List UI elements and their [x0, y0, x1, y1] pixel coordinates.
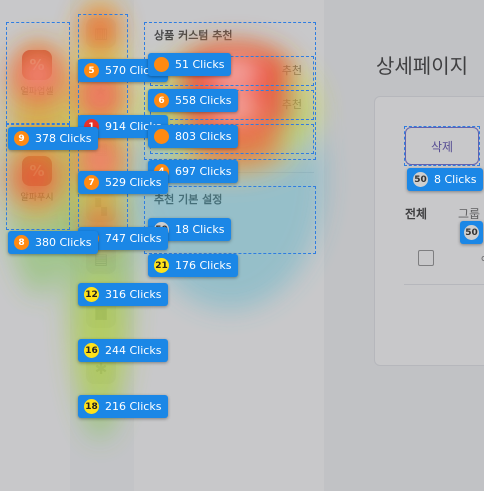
- click-count: 51 Clicks: [175, 58, 225, 71]
- click-label[interactable]: 6 558 Clicks: [148, 89, 239, 112]
- click-count: 244 Clicks: [105, 344, 162, 357]
- heatmap-screenshot: % 얼파업셀 % 알파푸시 ▥ ★ ▦ ▚ ▤ ■ ✱ 상품 커스텀 추천 추천…: [0, 0, 484, 491]
- click-label[interactable]: 8 380 Clicks: [8, 231, 99, 254]
- rank-badge: 16: [84, 343, 99, 358]
- rank-badge: 50: [464, 225, 479, 240]
- row-checkbox[interactable]: [418, 250, 434, 266]
- click-label[interactable]: 7 529 Clicks: [78, 171, 169, 194]
- row-divider: [404, 284, 484, 285]
- rank-badge: 8: [14, 235, 29, 250]
- click-count: 8 Clicks: [434, 173, 477, 186]
- rank-badge: 6: [154, 93, 169, 108]
- click-count: 747 Clicks: [105, 232, 162, 245]
- rank-badge: 50: [413, 172, 428, 187]
- page-title: 상세페이지: [376, 54, 468, 78]
- hotzone-upsell-app: [6, 22, 70, 124]
- click-label[interactable]: 21 176 Clicks: [148, 254, 239, 277]
- click-label[interactable]: 12 316 Clicks: [78, 283, 169, 306]
- rank-badge: 5: [84, 63, 99, 78]
- rank-badge: [154, 57, 169, 72]
- click-label[interactable]: 50 8 Clicks: [407, 168, 484, 191]
- click-count: 378 Clicks: [35, 132, 92, 145]
- click-count: 176 Clicks: [175, 259, 232, 272]
- rank-badge: [154, 129, 169, 144]
- click-count: 803 Clicks: [175, 130, 232, 143]
- column-header-all[interactable]: 전체: [405, 205, 427, 222]
- rank-badge: 9: [14, 131, 29, 146]
- click-count: 380 Clicks: [35, 236, 92, 249]
- click-label[interactable]: 16 244 Clicks: [78, 339, 169, 362]
- click-label[interactable]: 50: [460, 221, 483, 244]
- row-cell: ㅇ: [480, 252, 484, 265]
- click-count: 18 Clicks: [175, 223, 225, 236]
- rank-badge: 21: [154, 258, 169, 273]
- click-count: 316 Clicks: [105, 288, 162, 301]
- click-label[interactable]: 803 Clicks: [148, 125, 239, 148]
- click-count: 216 Clicks: [105, 400, 162, 413]
- hotzone-delete-button: [404, 126, 480, 166]
- rank-badge: 18: [84, 399, 99, 414]
- click-count: 558 Clicks: [175, 94, 232, 107]
- click-label[interactable]: 18 216 Clicks: [78, 395, 169, 418]
- click-label[interactable]: 51 Clicks: [148, 53, 232, 76]
- column-header-group[interactable]: 그룹: [458, 205, 480, 222]
- click-count: 697 Clicks: [175, 165, 232, 178]
- click-count: 529 Clicks: [105, 176, 162, 189]
- rank-badge: 12: [84, 287, 99, 302]
- click-label[interactable]: 9 378 Clicks: [8, 127, 99, 150]
- rank-badge: 7: [84, 175, 99, 190]
